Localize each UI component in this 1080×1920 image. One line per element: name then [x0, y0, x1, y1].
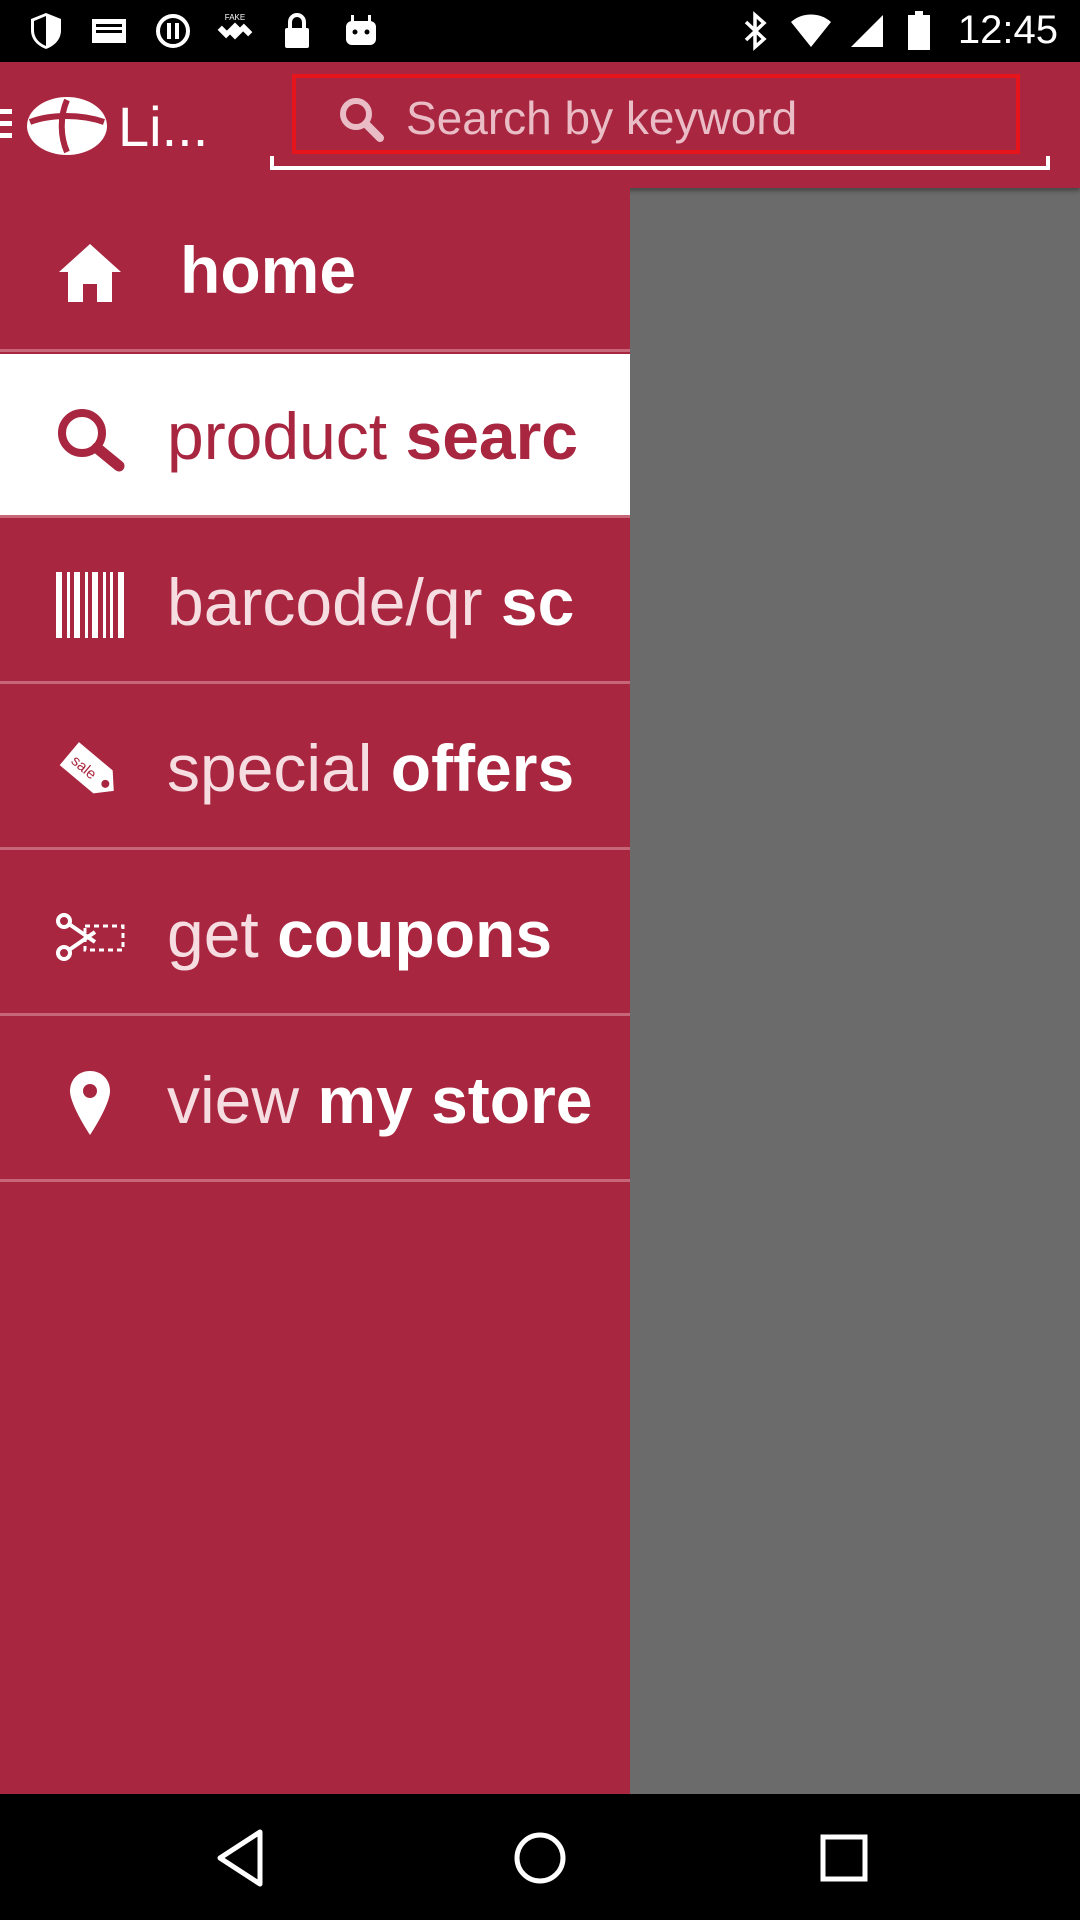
wifi-icon: [790, 10, 832, 52]
menu-item-get-coupons[interactable]: get coupons: [0, 852, 630, 1016]
menu-label: home: [180, 233, 357, 307]
scissors-icon: [55, 902, 125, 972]
search-icon: [55, 404, 125, 474]
menu-label: product searc: [167, 399, 578, 473]
search-icon: [336, 94, 386, 144]
menu-item-product-search[interactable]: product searc: [0, 354, 630, 518]
menu-label: barcode/qr sc: [167, 565, 575, 639]
svg-text:FAKE: FAKE: [225, 13, 245, 22]
search-underline: [270, 156, 1050, 170]
mail-icon: [88, 10, 130, 52]
bluetooth-icon: [735, 10, 777, 52]
battery-icon: [898, 10, 940, 52]
clock: 12:45: [957, 8, 1058, 52]
menu-item-home[interactable]: home: [0, 188, 630, 352]
menu-label: view my store: [167, 1063, 593, 1137]
search-bar[interactable]: [270, 72, 1050, 170]
app-title: Li...: [118, 95, 209, 158]
back-icon[interactable]: [204, 1822, 276, 1894]
android-icon: [340, 10, 382, 52]
menu-item-view-my-store[interactable]: view my store: [0, 1018, 630, 1182]
location-pin-icon: [55, 1068, 125, 1138]
system-nav-bar: [0, 1794, 1080, 1920]
search-highlight: [292, 74, 1020, 154]
sync-icon: [152, 10, 194, 52]
status-bar: FAKE 12:45: [0, 0, 1080, 62]
menu-item-barcode-scan[interactable]: barcode/qr sc: [0, 520, 630, 684]
satellite-icon: FAKE: [214, 10, 256, 52]
lock-icon: [276, 10, 318, 52]
shield-icon: [25, 10, 67, 52]
home-nav-icon[interactable]: [504, 1822, 576, 1894]
sale-tag-icon: sale: [55, 736, 125, 806]
menu-label: special offers: [167, 731, 575, 805]
menu-item-special-offers[interactable]: sale special offers: [0, 686, 630, 850]
barcode-icon: [55, 570, 125, 640]
menu-label: get coupons: [167, 897, 553, 971]
recents-icon[interactable]: [808, 1822, 880, 1894]
signal-icon: [846, 10, 888, 52]
home-icon: [55, 238, 125, 308]
navigation-drawer: home product searc barcode/qr sc sale sp…: [0, 188, 630, 1794]
app-bar: Li...: [0, 62, 1080, 188]
menu-icon[interactable]: [0, 109, 12, 139]
app-logo[interactable]: [26, 96, 108, 156]
search-input[interactable]: [404, 82, 1008, 154]
